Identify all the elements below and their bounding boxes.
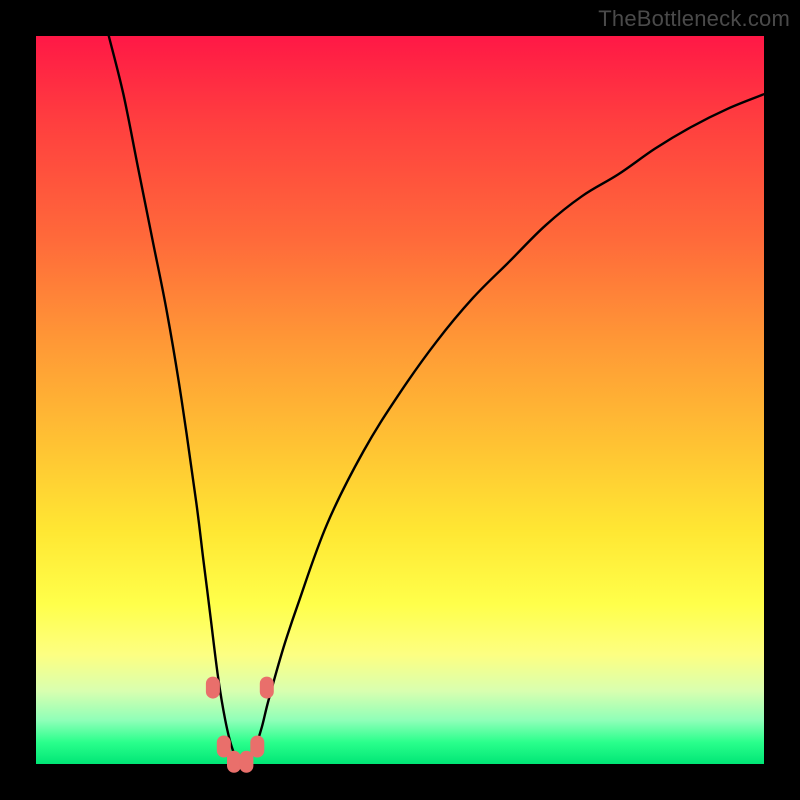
curve-svg <box>36 36 764 764</box>
curve-marker <box>239 751 253 773</box>
bottleneck-curve <box>109 36 764 766</box>
curve-marker <box>206 677 220 699</box>
plot-area <box>36 36 764 764</box>
watermark-text: TheBottleneck.com <box>598 6 790 32</box>
curve-marker <box>227 751 241 773</box>
chart-frame: TheBottleneck.com <box>0 0 800 800</box>
curve-marker <box>260 677 274 699</box>
